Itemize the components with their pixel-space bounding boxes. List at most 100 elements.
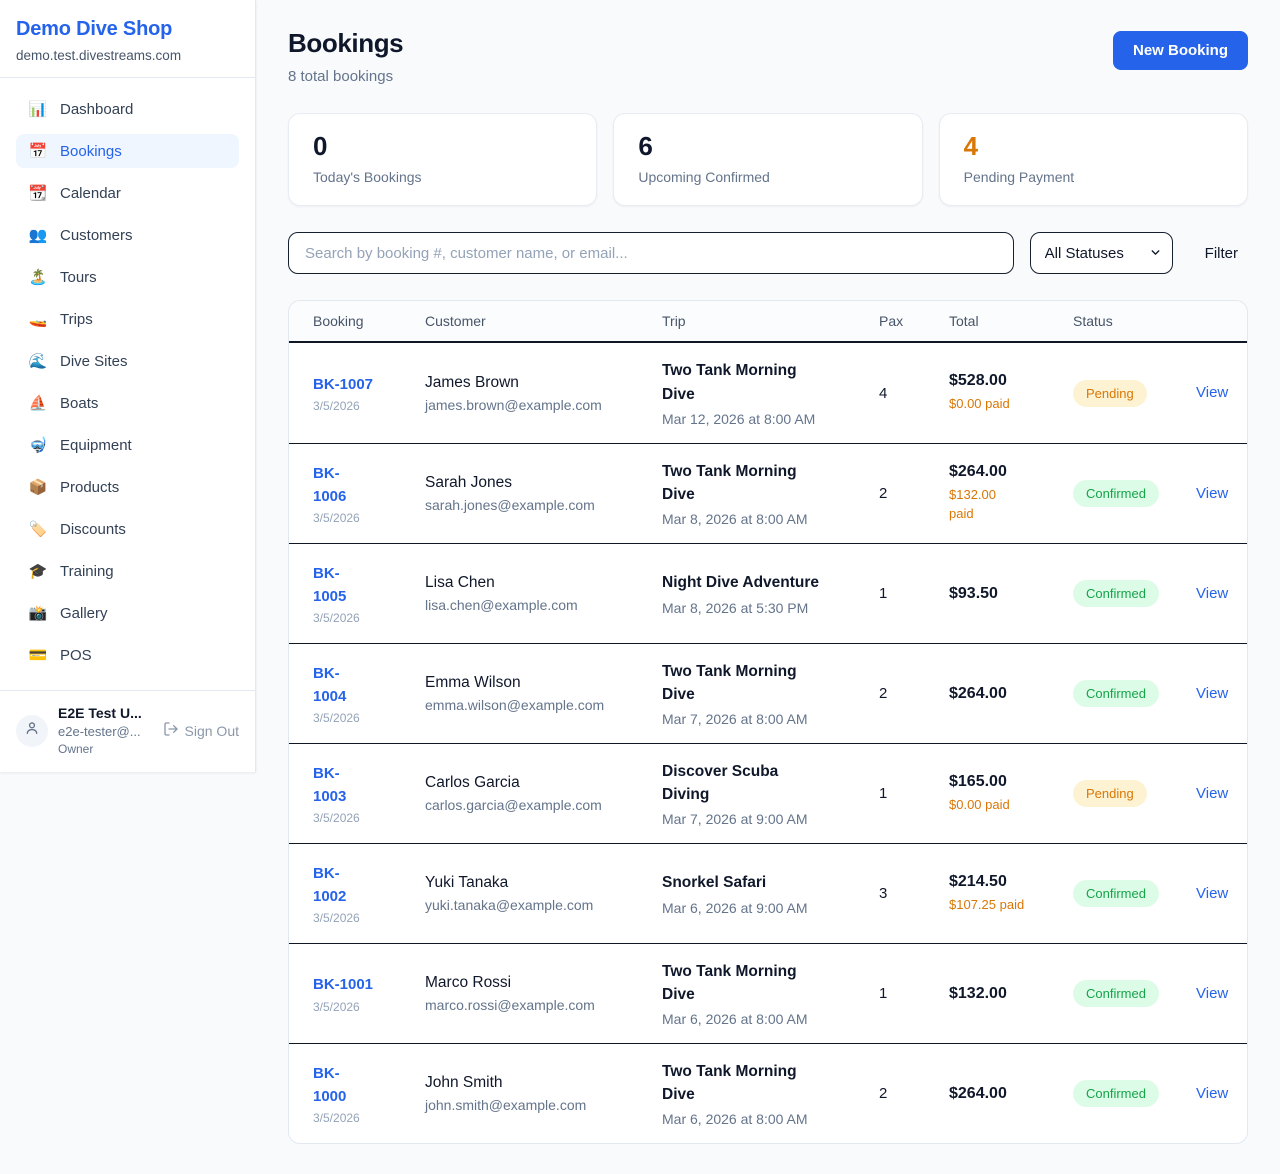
pax-count: 4 — [879, 385, 949, 402]
stat-card: 6 Upcoming Confirmed — [613, 113, 922, 206]
trip-name: Two Tank Morning Dive — [662, 359, 879, 406]
customer-name: John Smith — [425, 1074, 662, 1092]
sign-out-icon — [163, 721, 179, 740]
sidebar-item-dashboard[interactable]: 📊 Dashboard — [16, 92, 239, 126]
wave-icon: 🌊 — [28, 352, 48, 370]
sidebar: Demo Dive Shop demo.test.divestreams.com… — [0, 0, 256, 772]
people-icon: 👥 — [28, 226, 48, 244]
total-amount: $214.50 — [949, 873, 1073, 891]
view-link[interactable]: View — [1196, 685, 1228, 702]
customer-email: john.smith@example.com — [425, 1097, 662, 1113]
pax-count: 2 — [879, 685, 949, 702]
stat-value: 4 — [964, 131, 1223, 162]
nav-item-label: Bookings — [60, 143, 122, 160]
user-email: e2e-tester@... — [58, 724, 142, 739]
sidebar-item-trips[interactable]: 🚤 Trips — [16, 302, 239, 336]
graduation-cap-icon: 🎓 — [28, 562, 48, 580]
total-amount: $132.00 — [949, 985, 1073, 1003]
sign-out-button[interactable]: Sign Out — [163, 721, 239, 740]
sidebar-item-products[interactable]: 📦 Products — [16, 470, 239, 504]
stat-label: Today's Bookings — [313, 169, 572, 185]
status-badge: Confirmed — [1073, 480, 1159, 507]
column-header-booking: Booking — [313, 313, 425, 329]
booking-id-link[interactable]: BK- 1005 — [313, 562, 346, 609]
search-input[interactable] — [288, 232, 1014, 274]
booking-date: 3/5/2026 — [313, 399, 425, 413]
booking-date: 3/5/2026 — [313, 511, 425, 525]
filter-button[interactable]: Filter — [1195, 237, 1248, 270]
sidebar-item-customers[interactable]: 👥 Customers — [16, 218, 239, 252]
sidebar-item-tours[interactable]: 🏝️ Tours — [16, 260, 239, 294]
shop-name: Demo Dive Shop — [16, 18, 239, 41]
booking-id-link[interactable]: BK- 1003 — [313, 762, 346, 809]
trip-name: Two Tank Morning Dive — [662, 1060, 879, 1107]
nav-item-label: POS — [60, 647, 92, 664]
table-row: BK-1007 3/5/2026 James Brown james.brown… — [289, 343, 1247, 443]
trip-name: Discover Scuba Diving — [662, 760, 879, 807]
booking-id-link[interactable]: BK-1007 — [313, 373, 373, 396]
view-link[interactable]: View — [1196, 785, 1228, 802]
status-filter-select[interactable]: All Statuses — [1030, 232, 1173, 274]
customer-email: yuki.tanaka@example.com — [425, 897, 662, 913]
stat-card: 0 Today's Bookings — [288, 113, 597, 206]
sidebar-item-gallery[interactable]: 📸 Gallery — [16, 596, 239, 630]
status-badge: Confirmed — [1073, 1080, 1159, 1107]
status-badge: Confirmed — [1073, 680, 1159, 707]
booking-date: 3/5/2026 — [313, 1000, 425, 1014]
tear-off-calendar-icon: 📆 — [28, 184, 48, 202]
page-title: Bookings — [288, 28, 403, 59]
user-meta: E2E Test U... e2e-tester@... Owner — [58, 705, 142, 756]
booking-id-link[interactable]: BK- 1002 — [313, 862, 346, 909]
trip-datetime: Mar 12, 2026 at 8:00 AM — [662, 411, 879, 427]
total-amount: $528.00 — [949, 372, 1073, 390]
paid-amount: $0.00 paid — [949, 796, 1073, 815]
view-link[interactable]: View — [1196, 885, 1228, 902]
user-name: E2E Test U... — [58, 705, 142, 721]
sign-out-label: Sign Out — [185, 723, 239, 739]
diving-mask-icon: 🤿 — [28, 436, 48, 454]
sidebar-nav: 📊 Dashboard 📅 Bookings 📆 Calendar 👥 Cust… — [0, 78, 255, 690]
pax-count: 2 — [879, 485, 949, 502]
nav-item-label: Dive Sites — [60, 353, 128, 370]
sidebar-item-bookings[interactable]: 📅 Bookings — [16, 134, 239, 168]
booking-id-link[interactable]: BK- 1006 — [313, 462, 346, 509]
new-booking-button[interactable]: New Booking — [1113, 31, 1248, 70]
trip-datetime: Mar 8, 2026 at 8:00 AM — [662, 511, 879, 527]
nav-item-label: Training — [60, 563, 114, 580]
table-row: BK- 1005 3/5/2026 Lisa Chen lisa.chen@ex… — [289, 543, 1247, 643]
status-badge: Confirmed — [1073, 580, 1159, 607]
nav-item-label: Boats — [60, 395, 98, 412]
paid-amount: $132.00 paid — [949, 486, 1073, 524]
booking-id-link[interactable]: BK- 1004 — [313, 662, 346, 709]
pax-count: 1 — [879, 785, 949, 802]
view-link[interactable]: View — [1196, 384, 1228, 401]
trip-name: Two Tank Morning Dive — [662, 960, 879, 1007]
speedboat-icon: 🚤 — [28, 310, 48, 328]
pax-count: 3 — [879, 885, 949, 902]
view-link[interactable]: View — [1196, 1085, 1228, 1102]
booking-id-link[interactable]: BK- 1000 — [313, 1062, 346, 1109]
sidebar-item-pos[interactable]: 💳 POS — [16, 638, 239, 672]
nav-item-label: Products — [60, 479, 119, 496]
nav-item-label: Dashboard — [60, 101, 133, 118]
view-link[interactable]: View — [1196, 485, 1228, 502]
sailboat-icon: ⛵ — [28, 394, 48, 412]
view-link[interactable]: View — [1196, 985, 1228, 1002]
sidebar-item-equipment[interactable]: 🤿 Equipment — [16, 428, 239, 462]
view-link[interactable]: View — [1196, 585, 1228, 602]
sidebar-item-discounts[interactable]: 🏷️ Discounts — [16, 512, 239, 546]
nav-item-label: Equipment — [60, 437, 132, 454]
column-header-status: Status — [1073, 313, 1196, 329]
booking-date: 3/5/2026 — [313, 711, 425, 725]
sidebar-item-dive-sites[interactable]: 🌊 Dive Sites — [16, 344, 239, 378]
booking-id-link[interactable]: BK-1001 — [313, 973, 373, 996]
customer-email: marco.rossi@example.com — [425, 997, 662, 1013]
customer-name: Yuki Tanaka — [425, 874, 662, 892]
column-header-customer: Customer — [425, 313, 662, 329]
booking-date: 3/5/2026 — [313, 611, 425, 625]
sidebar-item-calendar[interactable]: 📆 Calendar — [16, 176, 239, 210]
table-row: BK- 1000 3/5/2026 John Smith john.smith@… — [289, 1043, 1247, 1143]
sidebar-item-training[interactable]: 🎓 Training — [16, 554, 239, 588]
trip-datetime: Mar 6, 2026 at 8:00 AM — [662, 1111, 879, 1127]
sidebar-item-boats[interactable]: ⛵ Boats — [16, 386, 239, 420]
